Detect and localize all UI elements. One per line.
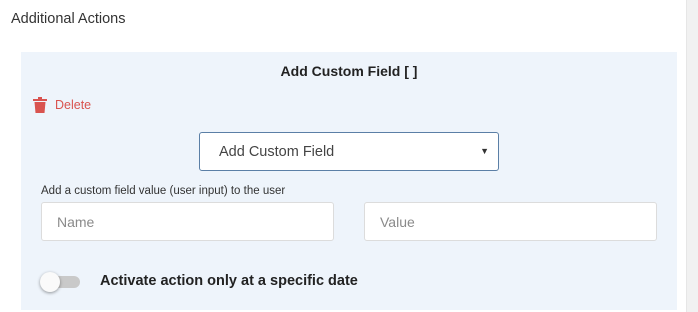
trash-icon xyxy=(33,97,47,113)
custom-field-description: Add a custom field value (user input) to… xyxy=(41,185,286,197)
section-title: Additional Actions xyxy=(11,11,126,27)
delete-label: Delete xyxy=(55,98,92,112)
name-input-placeholder: Name xyxy=(57,213,95,230)
delete-button[interactable]: Delete xyxy=(33,97,91,113)
date-activation-toggle[interactable] xyxy=(40,272,82,292)
panel-title: Add Custom Field [ ] xyxy=(280,63,418,79)
action-type-select-value: Add Custom Field xyxy=(219,143,335,160)
caret-down-icon: ▼ xyxy=(480,146,489,156)
name-input[interactable]: Name xyxy=(41,202,334,241)
value-input[interactable]: Value xyxy=(364,202,657,241)
custom-field-action-panel: Add Custom Field [ ] Delete Add Custom F… xyxy=(21,52,677,310)
date-activation-label: Activate action only at a specific date xyxy=(100,273,358,289)
scrollbar[interactable] xyxy=(686,0,698,312)
value-input-placeholder: Value xyxy=(380,213,415,230)
action-type-select[interactable]: Add Custom Field ▼ xyxy=(199,132,499,171)
toggle-thumb xyxy=(40,272,60,292)
